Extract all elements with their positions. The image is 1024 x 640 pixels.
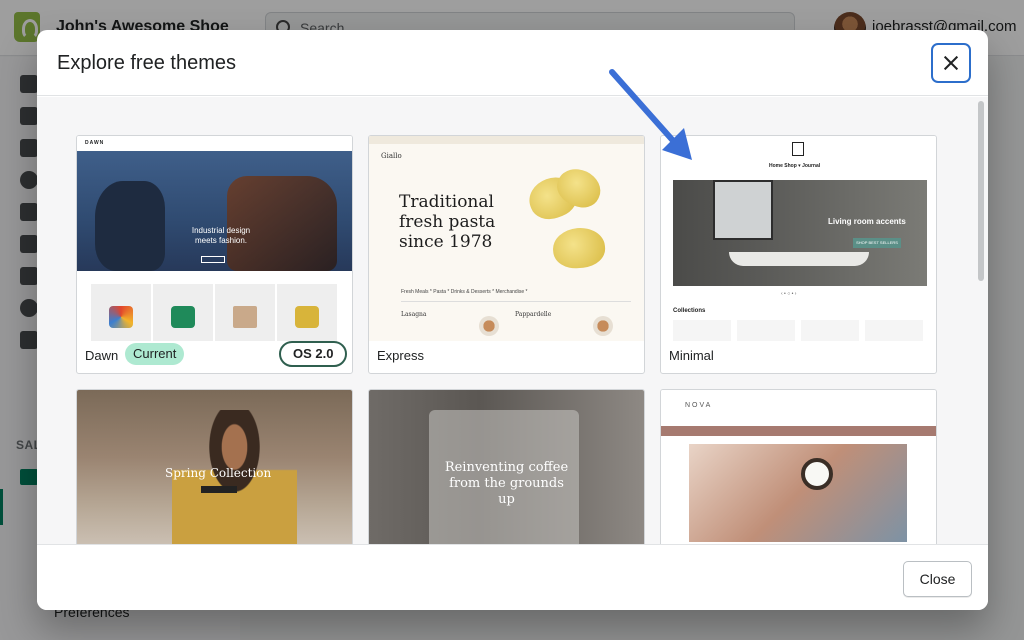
theme-grid: DAWN Industrial design meets fashion. Da… (37, 97, 988, 544)
os-version-badge: OS 2.0 (279, 341, 348, 367)
preview-headline: Living room accents (828, 217, 906, 226)
theme-preview-dawn: DAWN Industrial design meets fashion. (77, 136, 352, 341)
preview-menu-item: Lasagna (401, 311, 427, 318)
modal-footer: Close (37, 544, 988, 610)
theme-preview-express: Giallo Traditional fresh pasta since 197… (369, 136, 644, 341)
status-badge: Current (125, 343, 185, 365)
theme-preview-nova: NOVA (661, 390, 936, 544)
preview-announcement-bar (369, 136, 644, 144)
preview-product-row (91, 284, 339, 341)
preview-logo: Giallo (381, 152, 402, 160)
preview-nav: DAWN (77, 136, 352, 151)
preview-plate (479, 316, 499, 336)
preview-figure (95, 181, 165, 271)
preview-window (713, 180, 773, 240)
preview-button (201, 256, 225, 263)
preview-logo (792, 142, 804, 156)
preview-hero (689, 444, 907, 542)
preview-plate (593, 316, 613, 336)
preview-section-title: Collections (673, 308, 706, 314)
explore-themes-modal: Explore free themes DAWN Industrial desi… (37, 30, 988, 610)
theme-card-spring[interactable]: Spring Collection (76, 389, 353, 544)
preview-figure (227, 176, 337, 271)
theme-card-minimal[interactable]: Home Shop ▾ Journal Living room accents … (660, 135, 937, 374)
preview-product (277, 284, 337, 341)
preview-headline: Industrial design meets fashion. (191, 226, 251, 245)
preview-nav (661, 426, 936, 436)
preview-hero: Industrial design meets fashion. (77, 151, 352, 271)
preview-product (91, 284, 151, 341)
preview-nav: Home Shop ▾ Journal (769, 163, 821, 169)
theme-name: Dawn (85, 348, 119, 363)
close-button[interactable]: Close (903, 561, 972, 597)
preview-product (865, 320, 923, 341)
modal-title: Explore free themes (57, 52, 236, 74)
preview-button: SHOP BEST SELLERS (853, 238, 901, 248)
preview-headline: Spring Collection (165, 466, 272, 480)
preview-tabs: Fresh Meals * Pasta * Drinks & Desserts … (401, 289, 528, 295)
watch-image (801, 458, 833, 490)
theme-name: Minimal (669, 348, 714, 363)
scrollbar-thumb[interactable] (978, 101, 984, 281)
theme-preview-minimal: Home Shop ▾ Journal Living room accents … (661, 136, 936, 341)
theme-preview-coffee: Reinventing coffee from the grounds up (369, 390, 644, 544)
preview-product (673, 320, 731, 341)
preview-button (201, 486, 237, 493)
preview-menu-item: Pappardelle (515, 311, 552, 318)
modal-header: Explore free themes (37, 30, 988, 96)
theme-card-dawn[interactable]: DAWN Industrial design meets fashion. Da… (76, 135, 353, 374)
theme-name: Express (377, 348, 424, 363)
preview-headline: Reinventing coffee from the grounds up (444, 460, 569, 507)
theme-card-coffee[interactable]: Reinventing coffee from the grounds up (368, 389, 645, 544)
preview-tub (729, 252, 869, 266)
preview-hero: Living room accents SHOP BEST SELLERS (673, 180, 927, 286)
theme-preview-spring: Spring Collection (77, 390, 352, 544)
preview-headline: Traditional fresh pasta since 1978 (399, 192, 496, 252)
preview-product (737, 320, 795, 341)
preview-pager: ‹ • ○ • › (781, 291, 797, 297)
preview-logo: NOVA (685, 402, 713, 409)
close-icon[interactable] (931, 43, 971, 83)
preview-logo: DAWN (85, 140, 105, 146)
theme-card-express[interactable]: Giallo Traditional fresh pasta since 197… (368, 135, 645, 374)
preview-product (153, 284, 213, 341)
preview-divider (401, 301, 631, 302)
preview-product (215, 284, 275, 341)
theme-card-nova[interactable]: NOVA (660, 389, 937, 544)
preview-product (801, 320, 859, 341)
